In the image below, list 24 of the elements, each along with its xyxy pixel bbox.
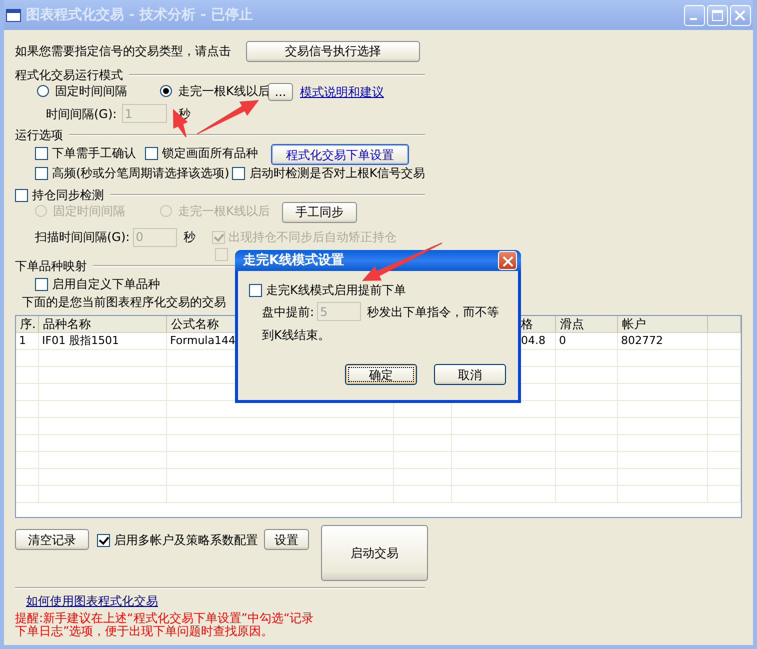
close-icon[interactable] (498, 251, 517, 270)
window-title: 图表程式化交易 - 技术分析 - 已停止 (26, 8, 254, 22)
section-title: 运行选项 (15, 128, 63, 142)
column-header: 滑点 (556, 316, 618, 332)
scan-interval-label: 扫描时间间隔(G): (35, 230, 130, 244)
section-title: 下单品种映射 (15, 259, 87, 273)
table-cell: 0 (556, 333, 618, 349)
table-cell: 802772 (618, 333, 708, 349)
column-header: 品种名称 (39, 316, 167, 332)
window-icon (6, 8, 21, 22)
unit-label: 秒 (184, 230, 196, 244)
column-header: 序. (16, 316, 39, 332)
arrow (196, 100, 259, 134)
table-cell: IF01 股指1501 (39, 333, 167, 349)
advance-label: 盘中提前: (262, 304, 314, 318)
column-header: 帐户 (618, 316, 708, 332)
interval-label: 时间间隔(G): (46, 106, 117, 120)
dialog-title: 走完K线模式设置 (243, 254, 344, 268)
note-text: 下面的是您当前图表程序化交易的交易 (22, 295, 226, 309)
instruction-text: 如果您需要指定信号的交易类型，请点击 (15, 44, 231, 58)
advance-suffix: 秒发出下单指令，而不等 (367, 304, 500, 318)
table-cell: 1 (16, 333, 39, 349)
section-title: 程式化交易运行模式 (15, 68, 123, 82)
warning-text: 提醒:新手建议在上述“程式化交易下单设置”中勾选“记录 下单日志”选项，便于出现下单问题时查找原因。 (14, 612, 315, 638)
